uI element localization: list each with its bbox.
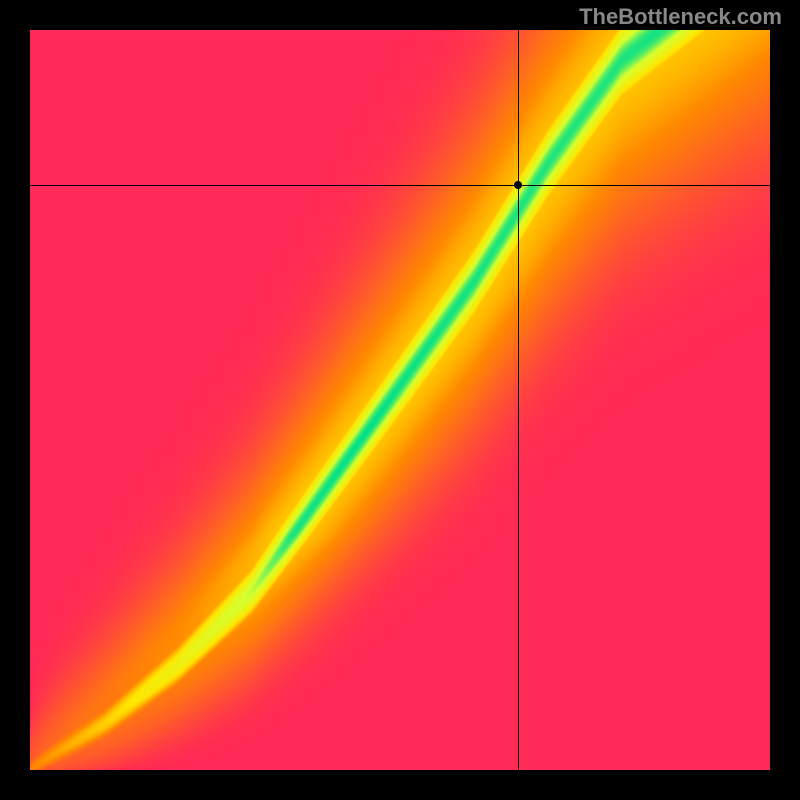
- crosshair-vertical: [518, 30, 519, 770]
- crosshair-horizontal: [30, 185, 770, 186]
- heatmap-plot: [30, 30, 770, 770]
- watermark-text: TheBottleneck.com: [579, 4, 782, 30]
- heatmap-canvas: [30, 30, 770, 770]
- data-point-marker: [514, 181, 522, 189]
